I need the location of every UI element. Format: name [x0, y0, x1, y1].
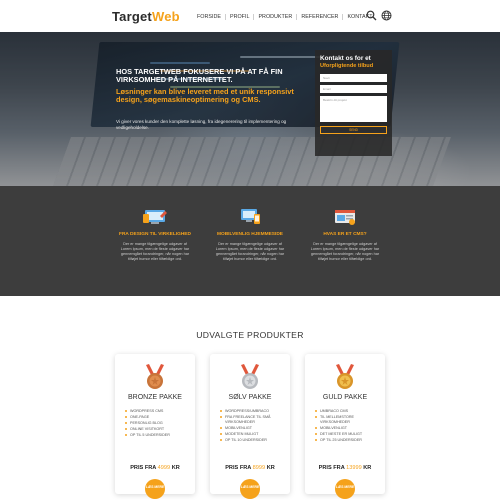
product-price: PRIS FRA 8999 KR [210, 465, 290, 471]
product-feature-list: WORDPRESS/UMBRACO FRA FREELANCE TIL SMÅ … [220, 409, 286, 444]
product-feature: WORDPRESS/UMBRACO [220, 409, 286, 414]
product-feature: ONLINE VISITKORT [125, 427, 191, 432]
contact-form-subtitle: Uforpligtende tilbud [320, 63, 374, 69]
product-card-silver: SØLV PAKKE WORDPRESS/UMBRACO FRA FREELAN… [210, 354, 290, 499]
product-feature: OP TIL 10 UNDERSIDER [220, 438, 286, 443]
product-name: SØLV PAKKE [228, 394, 272, 401]
products-heading: UDVALGTE PRODUKTER [196, 330, 304, 340]
logo-text-web: Web [151, 9, 180, 24]
send-button[interactable]: SEND [320, 126, 387, 134]
message-field[interactable]: Beskriv dit projekt [320, 96, 387, 122]
mobile-friendly-icon [210, 208, 290, 226]
feature-title: MOBILVENLIG HJEMMESIDE [216, 232, 283, 237]
gold-medal-icon [333, 364, 357, 390]
feature-title: FRA DESIGN TIL VIRKELIGHED [119, 232, 191, 237]
product-feature: MOBILVENLIGT [315, 426, 381, 431]
contact-form: Kontakt os for et Uforpligtende tilbud N… [315, 50, 392, 156]
product-name: GULD PAKKE [322, 394, 368, 401]
read-more-button[interactable]: LÆS MERE [335, 479, 355, 499]
main-nav: FORSIDE PROFIL PRODUKTER REFERENCER KONT… [193, 14, 377, 20]
product-feature: DET MESTE ER MULIGT [315, 432, 381, 437]
product-feature: OP TIL 5 UNDERSIDER [125, 433, 191, 438]
site-header: TargetWeb FORSIDE PROFIL PRODUKTER REFER… [0, 0, 500, 34]
feature-cms: HVAS ER ET CMS? Der er mange tilgængelig… [305, 208, 385, 262]
price-currency: KR [171, 465, 180, 471]
silver-medal-icon [238, 364, 262, 390]
price-amount: 4999 [157, 465, 171, 471]
cms-icon [305, 208, 385, 226]
email-field[interactable]: Email [320, 85, 387, 93]
product-feature: TIL MELLEMSTORE VIRKSOMHEDER [315, 415, 381, 424]
product-feature: WORDPRESS CMS [125, 409, 191, 414]
hero-overlay [0, 32, 500, 186]
price-amount: 13999 [346, 465, 362, 471]
hero-body-text: Vi giver vores kunder den komplette løsn… [116, 119, 287, 130]
product-price: PRIS FRA 4999 KR [115, 465, 195, 471]
feature-text: Der er mange tilgængelige udgaver af Lor… [310, 242, 380, 261]
price-amount: 8999 [252, 465, 266, 471]
product-feature: PERSONLIG BLOG [125, 421, 191, 426]
price-label: PRIS FRA [130, 465, 157, 471]
price-label: PRIS FRA [225, 465, 252, 471]
bronze-medal-icon [143, 364, 167, 390]
product-feature: OP TIL 25 UNDERSIDER [315, 438, 381, 443]
logo-text-target: Target [112, 9, 152, 24]
price-currency: KR [266, 465, 275, 471]
name-field[interactable]: Navn [320, 74, 387, 82]
product-feature-list: UMBRACO CMS TIL MELLEMSTORE VIRKSOMHEDER… [315, 409, 381, 444]
read-more-button[interactable]: LÆS MERE [240, 479, 260, 499]
nav-item-forside[interactable]: FORSIDE [193, 14, 226, 20]
product-feature: FRA FREELANCE TIL SMÅ VIRKSOMHEDER [220, 415, 286, 424]
product-price: PRIS FRA 13999 KR [305, 465, 385, 471]
product-name: BRONZE PAKKE [128, 394, 182, 401]
hero-banner [0, 32, 500, 186]
contact-form-title: Kontakt os for et [320, 55, 371, 62]
header-icons [366, 10, 392, 21]
price-label: PRIS FRA [318, 465, 345, 471]
feature-text: Der er mange tilgængelige udgaver af Lor… [215, 242, 285, 261]
product-feature: MODETEN MULIGT [220, 432, 286, 437]
product-feature: ONE-PAGE [125, 415, 191, 420]
logo[interactable]: TargetWeb [112, 9, 180, 24]
design-screen-icon [115, 208, 195, 226]
product-feature: UMBRACO CMS [315, 409, 381, 414]
nav-item-profil[interactable]: PROFIL [226, 14, 255, 20]
product-card-bronze: BRONZE PAKKE WORDPRESS CMS ONE-PAGE PERS… [115, 354, 195, 499]
page: TargetWeb FORSIDE PROFIL PRODUKTER REFER… [0, 0, 500, 500]
feature-text: Der er mange tilgængelige udgaver af Lor… [120, 242, 190, 261]
nav-item-produkter[interactable]: PRODUKTER [254, 14, 298, 20]
feature-design: FRA DESIGN TIL VIRKELIGHED Der er mange … [115, 208, 195, 262]
product-card-gold: GULD PAKKE UMBRACO CMS TIL MELLEMSTORE V… [305, 354, 385, 499]
read-more-button[interactable]: LÆS MERE [145, 479, 165, 499]
price-currency: KR [363, 465, 372, 471]
feature-title: HVAS ER ET CMS? [323, 232, 367, 237]
hero-subtitle: Løsninger kan blive leveret med et unik … [116, 87, 294, 105]
product-feature-list: WORDPRESS CMS ONE-PAGE PERSONLIG BLOG ON… [125, 409, 191, 439]
features-section: FRA DESIGN TIL VIRKELIGHED Der er mange … [0, 186, 500, 296]
search-icon[interactable] [366, 10, 377, 21]
feature-mobile: MOBILVENLIG HJEMMESIDE Der er mange tilg… [210, 208, 290, 262]
globe-icon[interactable] [381, 10, 392, 21]
hero-title: HOS TARGETWEB FOKUSERE VI PÅ AT FÅ FIN V… [116, 67, 283, 85]
nav-item-referencer[interactable]: REFERENCER [297, 14, 344, 20]
product-feature: MOBILVENLIGT [220, 426, 286, 431]
